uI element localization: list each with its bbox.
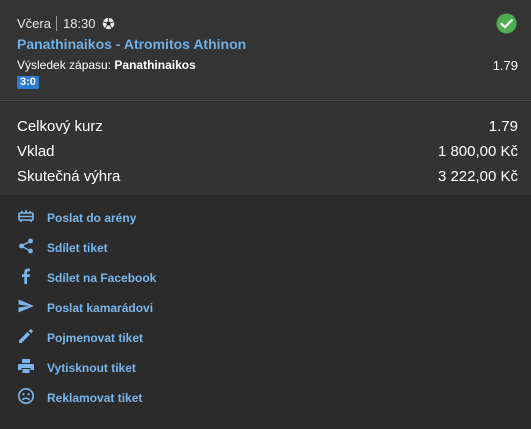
share-icon: [17, 237, 35, 260]
stake-label: Vklad: [17, 143, 55, 160]
facebook-icon: [17, 267, 35, 290]
share-facebook-action[interactable]: Sdílet na Facebook: [17, 267, 156, 289]
send-icon: [17, 297, 35, 320]
rename-ticket-action[interactable]: Pojmenovat tiket: [17, 327, 143, 349]
action-label: Sdílet na Facebook: [47, 271, 157, 285]
win-label: Skutečná výhra: [17, 168, 121, 185]
bet-day: Včera: [17, 15, 51, 31]
bet-meta-row: Včera 18:30: [17, 15, 115, 31]
total-odds-value: 1.79: [488, 118, 518, 135]
win-row: Skutečná výhra 3 222,00 Kč: [17, 168, 518, 185]
action-label: Poslat kamarádovi: [47, 301, 154, 315]
printer-icon: [17, 357, 35, 380]
print-ticket-action[interactable]: Vytisknout tiket: [17, 357, 136, 379]
send-to-friend-action[interactable]: Poslat kamarádovi: [17, 297, 153, 319]
check-circle-icon: [496, 13, 517, 34]
complain-ticket-action[interactable]: Reklamovat tiket: [17, 387, 142, 409]
ticket-summary: Celkový kurz 1.79 Vklad 1 800,00 Kč Skut…: [0, 102, 531, 195]
share-ticket-action[interactable]: Sdílet tiket: [17, 237, 108, 259]
win-value: 3 222,00 Kč: [437, 168, 518, 185]
bet-time: 18:30: [62, 15, 96, 31]
total-odds-row: Celkový kurz 1.79: [17, 118, 518, 135]
total-odds-label: Celkový kurz: [17, 118, 103, 135]
action-label: Sdílet tiket: [47, 241, 108, 255]
action-label: Vytisknout tiket: [47, 361, 136, 375]
market-label: Výsledek zápasu:: [17, 58, 112, 72]
sad-face-icon: [17, 387, 35, 410]
bet-selection-card: Včera 18:30 Panathinaikos - Atromitos At…: [0, 0, 531, 101]
action-label: Reklamovat tiket: [47, 391, 143, 405]
soccer-ball-icon: [102, 17, 115, 30]
market-row: Výsledek zápasu: Panathinaikos 1.79: [17, 58, 518, 73]
market-text: Výsledek zápasu: Panathinaikos: [17, 58, 196, 73]
arena-icon: [17, 207, 35, 230]
action-label: Poslat do arény: [47, 211, 137, 225]
stake-row: Vklad 1 800,00 Kč: [17, 143, 518, 160]
pencil-icon: [17, 327, 35, 350]
match-link[interactable]: Panathinaikos - Atromitos Athinon: [17, 36, 246, 52]
selection-odds: 1.79: [492, 58, 518, 73]
stake-value: 1 800,00 Kč: [437, 143, 518, 160]
action-label: Pojmenovat tiket: [47, 331, 144, 345]
meta-divider: [55, 15, 57, 31]
send-to-arena-action[interactable]: Poslat do arény: [17, 207, 136, 229]
market-pick: Panathinaikos: [114, 58, 196, 72]
score-badge: 3:0: [17, 76, 39, 89]
